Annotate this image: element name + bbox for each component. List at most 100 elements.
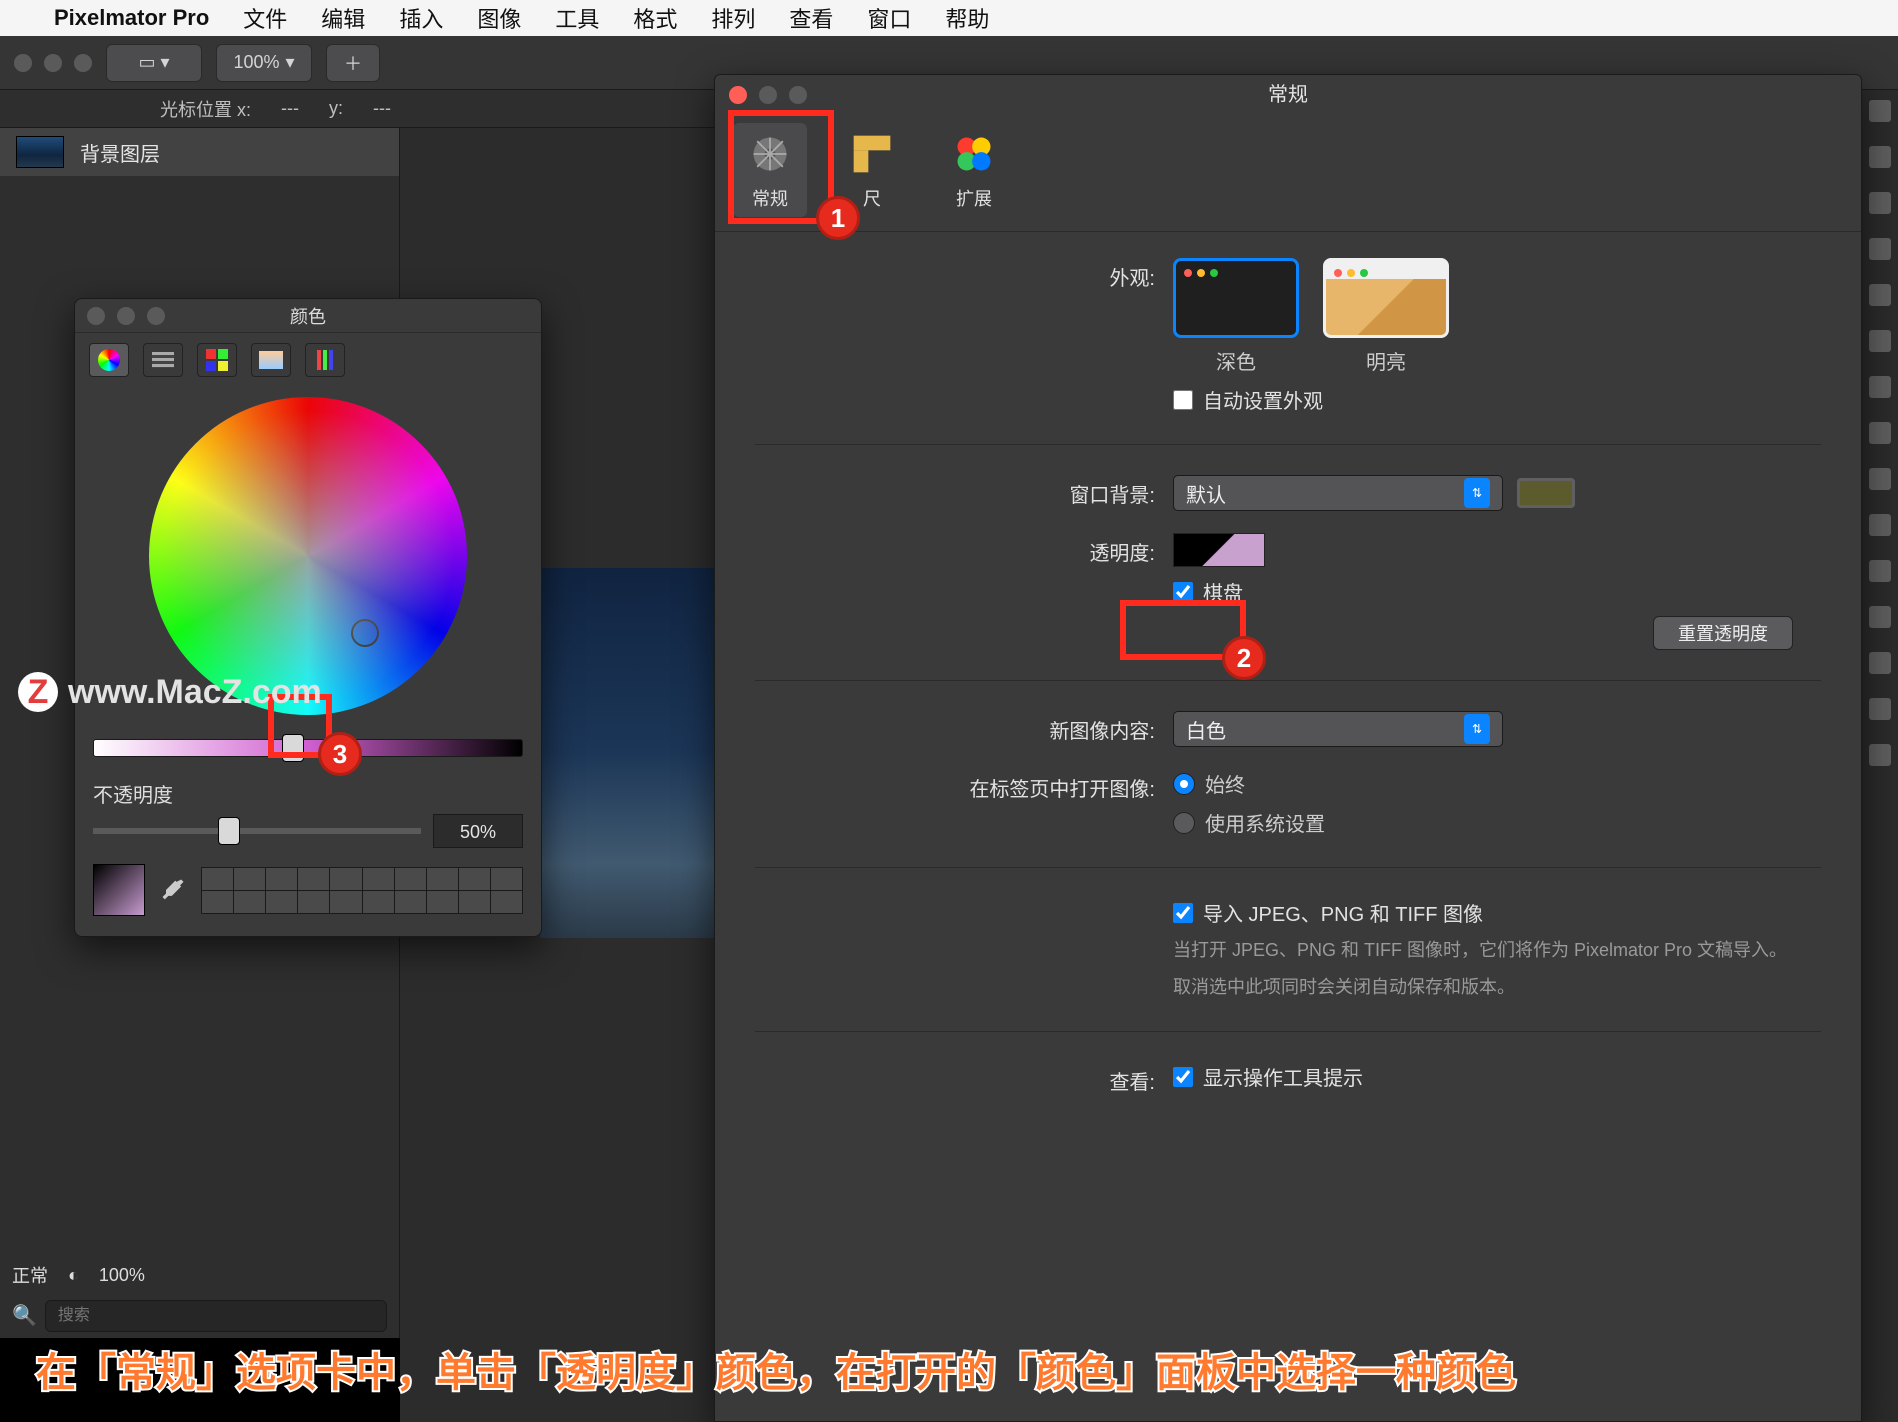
color-panel-window[interactable]: 颜色 不透明度 50%	[74, 298, 542, 937]
layers-footer: 正常 ◐ 100%	[0, 1254, 399, 1296]
opacity-label: 不透明度	[75, 765, 541, 814]
search-icon: 🔍	[12, 1300, 37, 1332]
menu-window[interactable]: 窗口	[867, 2, 911, 34]
color-panel-title: 颜色	[290, 303, 326, 329]
color-wheel[interactable]	[149, 397, 467, 715]
palette-grid[interactable]	[201, 867, 523, 914]
cursor-y-label: y:	[329, 98, 343, 119]
menu-format[interactable]: 格式	[633, 2, 677, 34]
tool-icon[interactable]	[1869, 376, 1891, 398]
color-panel-titlebar[interactable]: 颜色	[75, 299, 541, 333]
color-tab-palettes[interactable]	[197, 343, 237, 377]
right-tool-strip[interactable]	[1862, 90, 1898, 1422]
tool-icon[interactable]	[1869, 100, 1891, 122]
eyedropper-icon[interactable]	[159, 876, 187, 904]
color-tab-sliders[interactable]	[143, 343, 183, 377]
color-tab-wheel[interactable]	[89, 343, 129, 377]
tool-icon[interactable]	[1869, 514, 1891, 536]
menu-image[interactable]: 图像	[477, 2, 521, 34]
opacity-icon[interactable]: ◐	[68, 1265, 79, 1286]
watermark: Z www.MacZ.com	[18, 672, 322, 712]
cursor-y: ---	[373, 98, 391, 119]
tool-icon[interactable]	[1869, 192, 1891, 214]
watermark-logo-icon: Z	[18, 672, 58, 712]
new-image-content-select[interactable]: 白色⇅	[1173, 711, 1503, 747]
checkerboard-checkbox[interactable]: 棋盘	[1173, 577, 1821, 606]
layout-mode-button[interactable]: ▭ ▾	[106, 44, 202, 82]
tool-icon[interactable]	[1869, 422, 1891, 444]
blend-mode[interactable]: 正常	[12, 1262, 48, 1288]
label-new-image-content: 新图像内容:	[755, 711, 1155, 744]
preferences-window[interactable]: 常规 常规 尺 扩展 外观:	[714, 74, 1862, 1422]
tool-icon[interactable]	[1869, 146, 1891, 168]
layer-opacity-value[interactable]: 100%	[99, 1265, 145, 1286]
layer-thumbnail	[16, 136, 64, 168]
show-tool-tips-checkbox[interactable]: 显示操作工具提示	[1173, 1062, 1821, 1091]
opacity-value-field[interactable]: 50%	[433, 814, 523, 848]
label-window-bg: 窗口背景:	[755, 475, 1155, 508]
prefs-traffic-lights[interactable]	[729, 86, 807, 104]
import-images-checkbox[interactable]: 导入 JPEG、PNG 和 TIFF 图像	[1173, 898, 1821, 927]
canvas-image	[540, 568, 720, 938]
badge-3: 3	[318, 732, 362, 776]
tool-icon[interactable]	[1869, 652, 1891, 674]
color-wheel-cursor[interactable]	[351, 619, 379, 647]
label-appearance: 外观:	[755, 258, 1155, 291]
transparency-color-well[interactable]	[1173, 533, 1265, 567]
window-traffic-lights[interactable]	[14, 54, 92, 72]
tool-icon[interactable]	[1869, 560, 1891, 582]
opacity-slider[interactable]	[93, 828, 421, 834]
tool-icon[interactable]	[1869, 284, 1891, 306]
menu-file[interactable]: 文件	[243, 2, 287, 34]
tool-icon[interactable]	[1869, 698, 1891, 720]
color-mode-tabs[interactable]	[75, 333, 541, 387]
color-tab-image[interactable]	[251, 343, 291, 377]
badge-1: 1	[816, 196, 860, 240]
label-view: 查看:	[755, 1062, 1155, 1095]
tool-icon[interactable]	[1869, 468, 1891, 490]
layer-search-input[interactable]	[45, 1300, 387, 1332]
mac-menubar[interactable]: Pixelmator Pro 文件 编辑 插入 图像 工具 格式 排列 查看 窗…	[0, 0, 1898, 36]
cursor-label: 光标位置 x:	[160, 96, 251, 122]
prefs-titlebar[interactable]: 常规	[715, 75, 1861, 115]
color-tab-pencils[interactable]	[305, 343, 345, 377]
label-open-in-tabs: 在标签页中打开图像:	[755, 769, 1155, 802]
prefs-title: 常规	[1268, 84, 1308, 106]
menu-insert[interactable]: 插入	[399, 2, 443, 34]
zoom-select[interactable]: 100%▾	[216, 44, 312, 82]
prefs-tabs[interactable]: 常规 尺 扩展	[715, 115, 1861, 232]
instruction-caption: 在「常规」选项卡中，单击「透明度」颜色，在打开的「颜色」面板中选择一种颜色	[36, 1340, 1878, 1398]
new-tab-button[interactable]: ＋	[326, 44, 380, 82]
extensions-icon	[949, 129, 999, 179]
label-transparency: 透明度:	[755, 533, 1155, 566]
tool-icon[interactable]	[1869, 606, 1891, 628]
color-panel-traffic-lights[interactable]	[87, 307, 165, 325]
tool-icon[interactable]	[1869, 744, 1891, 766]
reset-transparency-button[interactable]: 重置透明度	[1653, 616, 1793, 650]
tool-icon[interactable]	[1869, 330, 1891, 352]
tool-icon[interactable]	[1869, 238, 1891, 260]
menu-view[interactable]: 查看	[789, 2, 833, 34]
app-name[interactable]: Pixelmator Pro	[54, 5, 209, 31]
menu-tools[interactable]: 工具	[555, 2, 599, 34]
radio-open-always[interactable]: 始终	[1173, 769, 1821, 798]
menu-help[interactable]: 帮助	[945, 2, 989, 34]
badge-2: 2	[1222, 636, 1266, 680]
ruler-icon	[847, 129, 897, 179]
prefs-tab-extensions[interactable]: 扩展	[937, 123, 1011, 217]
window-bg-color-well[interactable]	[1517, 478, 1575, 508]
cursor-x: ---	[281, 98, 299, 119]
appearance-dark-option[interactable]: 深色	[1173, 258, 1299, 375]
auto-appearance-checkbox[interactable]: 自动设置外观	[1173, 385, 1821, 414]
layer-row[interactable]: 背景图层	[0, 128, 399, 176]
radio-open-system[interactable]: 使用系统设置	[1173, 808, 1821, 837]
layer-search-row: 🔍	[0, 1294, 399, 1338]
menu-arrange[interactable]: 排列	[711, 2, 755, 34]
import-subtext2: 取消选中此项同时会关闭自动保存和版本。	[1173, 974, 1821, 1001]
menu-edit[interactable]: 编辑	[321, 2, 365, 34]
current-color-swatch[interactable]	[93, 864, 145, 916]
appearance-light-option[interactable]: 明亮	[1323, 258, 1449, 375]
prefs-body: 外观: 深色 明亮	[715, 232, 1861, 1121]
window-bg-select[interactable]: 默认⇅	[1173, 475, 1503, 511]
layer-name: 背景图层	[80, 138, 160, 167]
